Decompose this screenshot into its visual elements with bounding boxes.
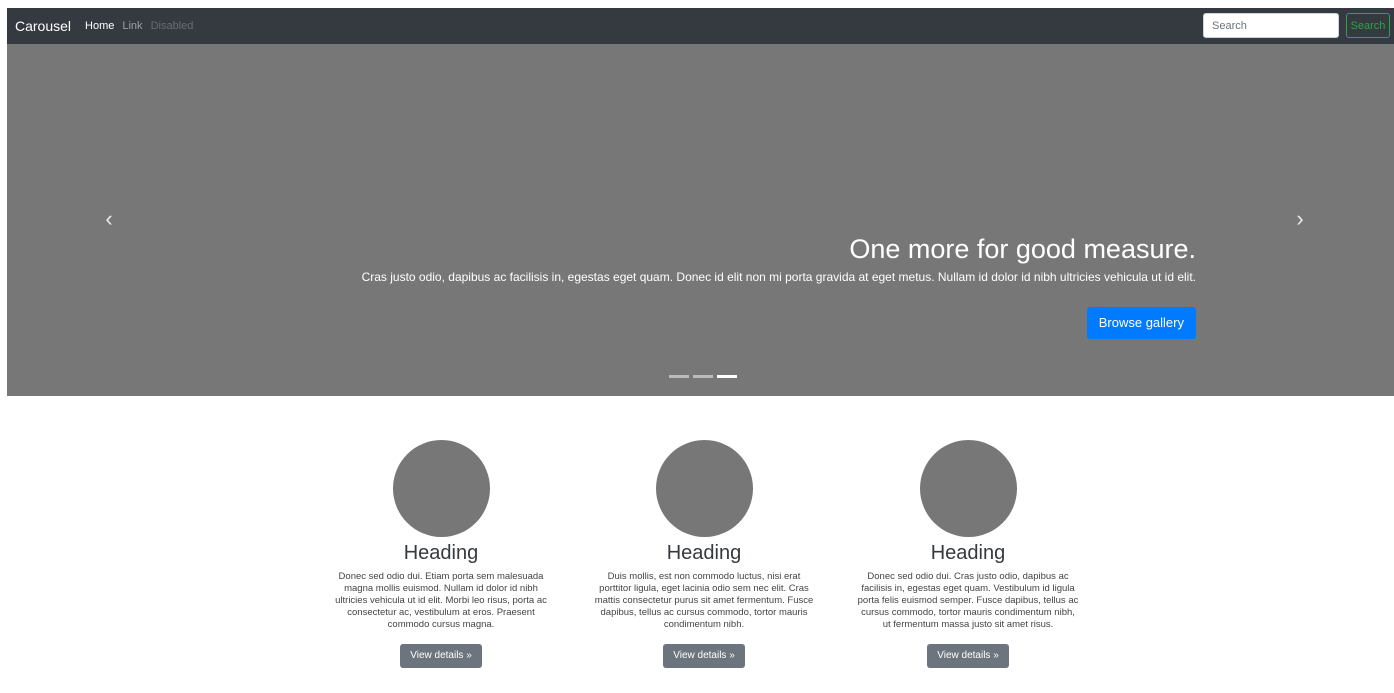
marketing-column: Heading Donec sed odio dui. Etiam porta …	[325, 440, 557, 668]
view-details-button[interactable]: View details »	[400, 644, 482, 668]
carousel-caption: One more for good measure. Cras justo od…	[362, 232, 1196, 339]
nav-link-home[interactable]: Home	[85, 20, 114, 32]
column-heading: Heading	[666, 542, 742, 564]
marketing-column: Heading Duis mollis, est non commodo luc…	[588, 440, 820, 668]
nav-link-disabled: Disabled	[150, 20, 194, 32]
nav-links: Home Link Disabled	[85, 20, 193, 32]
marketing-column: Heading Donec sed odio dui. Cras justo o…	[852, 440, 1084, 668]
column-heading: Heading	[930, 542, 1006, 564]
carousel-indicator-2[interactable]	[693, 375, 713, 378]
search-button[interactable]: Search	[1346, 13, 1390, 38]
caption-text: Cras justo odio, dapibus ac facilisis in…	[361, 270, 1196, 284]
column-heading: Heading	[403, 542, 479, 564]
view-details-button[interactable]: View details »	[927, 644, 1009, 668]
browse-gallery-button[interactable]: Browse gallery	[1086, 307, 1196, 339]
search-form: Search	[1203, 13, 1390, 38]
placeholder-image	[392, 440, 490, 537]
search-input[interactable]	[1203, 13, 1339, 38]
column-text: Donec sed odio dui. Cras justo odio, dap…	[857, 571, 1079, 630]
carousel-next-icon[interactable]: ›	[1285, 204, 1315, 234]
caption-title: One more for good measure.	[849, 234, 1196, 264]
column-text: Duis mollis, est non commodo luctus, nis…	[594, 571, 814, 630]
placeholder-image	[655, 440, 753, 537]
carousel-prev-icon[interactable]: ‹	[94, 204, 124, 234]
carousel-indicators	[669, 375, 737, 378]
placeholder-image	[919, 440, 1017, 537]
view-details-button[interactable]: View details »	[663, 644, 745, 668]
hero-carousel: ‹ › One more for good measure. Cras just…	[7, 44, 1394, 396]
top-navbar: Carousel Home Link Disabled Search	[7, 8, 1394, 44]
nav-link-link[interactable]: Link	[122, 20, 142, 32]
carousel-indicator-3[interactable]	[717, 375, 737, 378]
column-text: Donec sed odio dui. Etiam porta sem male…	[335, 571, 547, 630]
carousel-indicator-1[interactable]	[669, 375, 689, 378]
navbar-brand[interactable]: Carousel	[15, 18, 71, 34]
